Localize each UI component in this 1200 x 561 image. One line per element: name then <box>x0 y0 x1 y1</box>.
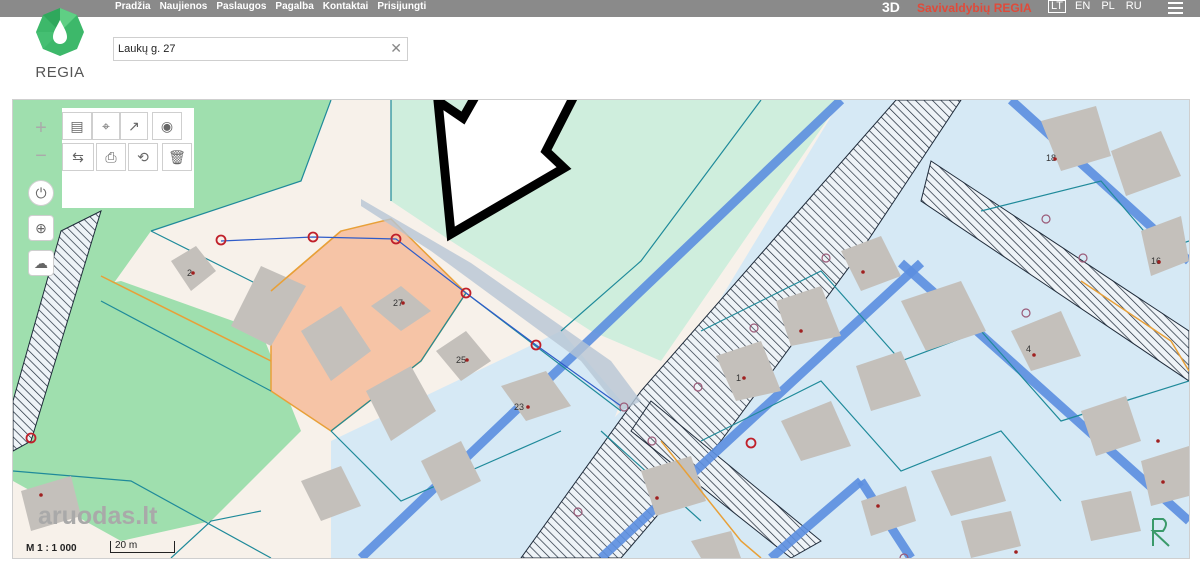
logo-text: REGIA <box>35 64 85 81</box>
regia-logo-icon <box>36 8 84 56</box>
logo[interactable]: REGIA <box>30 6 90 86</box>
search-input[interactable] <box>118 41 388 57</box>
language-switcher: LT EN PL RU <box>1048 0 1144 13</box>
address-search: ✕ <box>113 37 408 61</box>
house-number: 25 <box>456 355 466 365</box>
house-number: 4 <box>1026 344 1031 354</box>
top-bar: Pradžia Naujienos Paslaugos Pagalba Kont… <box>0 0 1200 17</box>
watermark-text: aruodas.lt <box>38 502 158 530</box>
brand-title: Savivaldybių REGIA <box>917 1 1032 15</box>
print-icon[interactable]: ⎙ <box>96 143 126 171</box>
gps-icon[interactable]: ⊕ <box>28 215 54 241</box>
clear-search-icon[interactable]: ✕ <box>390 40 402 57</box>
delete-icon[interactable]: 🗑 <box>162 143 192 171</box>
zoom-out-icon[interactable]: − <box>28 143 54 169</box>
nav-item-news[interactable]: Naujienos <box>160 0 208 17</box>
nav-item-help[interactable]: Pagalba <box>275 0 313 17</box>
zoom-in-icon[interactable]: + <box>28 115 54 141</box>
scale-ratio: M 1 : 1 000 <box>26 543 77 554</box>
measure-icon[interactable]: ▤ <box>62 112 92 140</box>
locate-icon[interactable]: ◉ <box>152 112 182 140</box>
nav-item-contacts[interactable]: Kontaktai <box>323 0 369 17</box>
nav-item-login[interactable]: Prisijungti <box>377 0 426 17</box>
reset-icon[interactable]: ⟲ <box>128 143 158 171</box>
house-number: 23 <box>514 402 524 412</box>
nav-item-home[interactable]: Pradžia <box>115 0 151 17</box>
hamburger-menu-icon[interactable] <box>1168 2 1183 17</box>
place-marker-icon[interactable]: ⌖ <box>92 112 120 140</box>
scale-bar: 20 m <box>110 541 175 553</box>
draw-area-icon[interactable]: ☁ <box>28 250 54 276</box>
move-icon[interactable]: ⇆ <box>62 143 94 171</box>
3d-button[interactable]: 3D <box>882 0 900 15</box>
main-nav: Pradžia Naujienos Paslaugos Pagalba Kont… <box>115 0 426 17</box>
lang-en[interactable]: EN <box>1073 0 1092 13</box>
lang-pl[interactable]: PL <box>1099 0 1116 13</box>
time-icon[interactable]: ⏻ <box>28 180 54 206</box>
lang-ru[interactable]: RU <box>1124 0 1144 13</box>
house-number: 1 <box>736 373 741 383</box>
lang-lt[interactable]: LT <box>1048 0 1067 13</box>
nav-item-services[interactable]: Paslaugos <box>216 0 266 17</box>
export-icon[interactable]: ↗ <box>120 112 148 140</box>
